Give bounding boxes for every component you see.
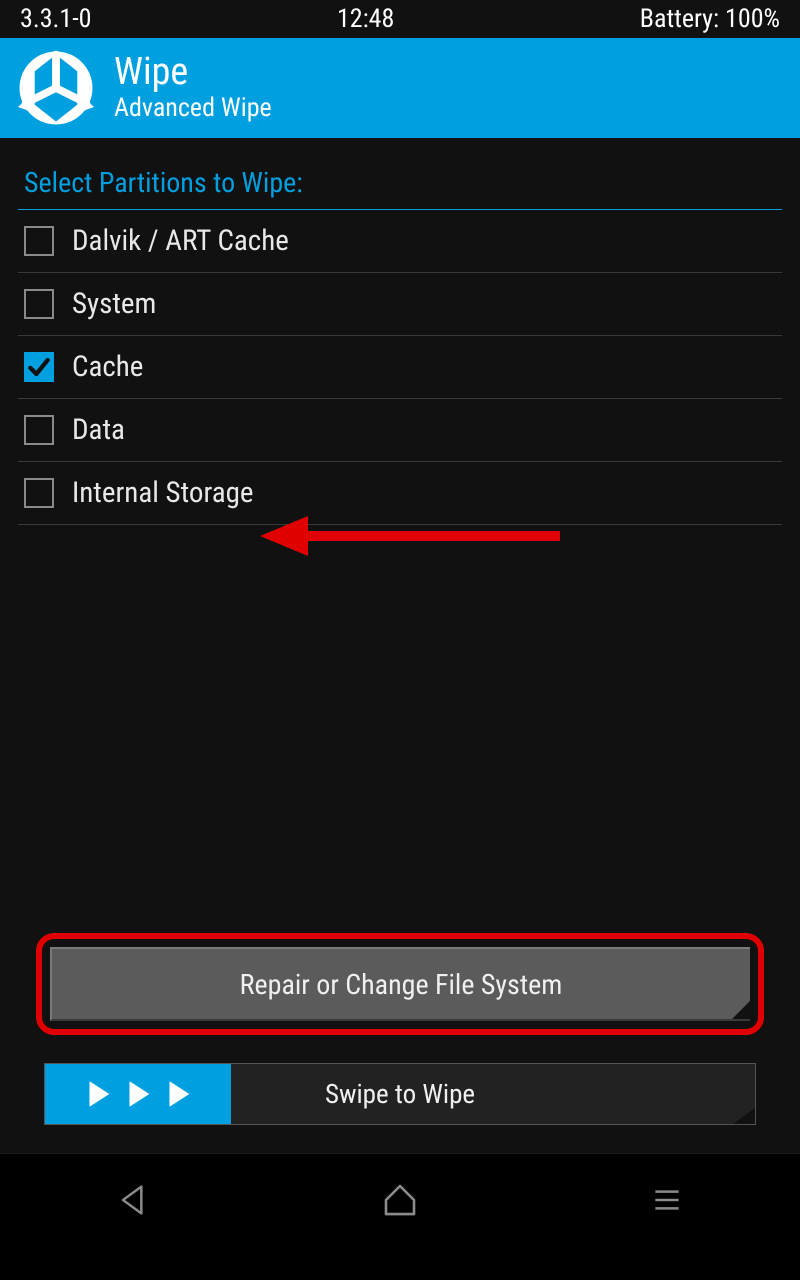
- back-triangle-icon: [113, 1180, 153, 1220]
- page-subtitle: Advanced Wipe: [114, 93, 272, 124]
- home-icon: [379, 1179, 421, 1221]
- nav-home-button[interactable]: [370, 1170, 430, 1230]
- partition-label: Internal Storage: [72, 476, 254, 510]
- page-header: Wipe Advanced Wipe: [0, 38, 800, 138]
- chevron-right-icon: [161, 1077, 195, 1111]
- partition-label: System: [72, 287, 156, 321]
- menu-lines-icon: [647, 1180, 687, 1220]
- partition-label: Dalvik / ART Cache: [72, 224, 289, 258]
- nav-bar: [0, 1153, 800, 1245]
- checkbox-icon[interactable]: [24, 289, 54, 319]
- annotation-highlight: Repair or Change File System: [36, 933, 764, 1035]
- status-bar: 3.3.1-0 12:48 Battery: 100%: [0, 0, 800, 38]
- partition-list: Dalvik / ART Cache System Cache Data Int…: [18, 210, 782, 525]
- swipe-handle[interactable]: [45, 1064, 231, 1124]
- partition-item-cache[interactable]: Cache: [18, 336, 782, 399]
- chevron-right-icon: [121, 1077, 155, 1111]
- nav-back-button[interactable]: [103, 1170, 163, 1230]
- checkbox-icon[interactable]: [24, 415, 54, 445]
- partition-item-data[interactable]: Data: [18, 399, 782, 462]
- button-area: Repair or Change File System Swipe to Wi…: [18, 933, 782, 1125]
- partition-item-system[interactable]: System: [18, 273, 782, 336]
- main-content: Select Partitions to Wipe: Dalvik / ART …: [0, 138, 800, 1153]
- nav-menu-button[interactable]: [637, 1170, 697, 1230]
- partition-item-dalvik[interactable]: Dalvik / ART Cache: [18, 210, 782, 273]
- partition-label: Data: [72, 413, 125, 447]
- page-title: Wipe: [114, 52, 272, 94]
- checkbox-icon[interactable]: [24, 226, 54, 256]
- version-label: 3.3.1-0: [20, 4, 92, 34]
- checkbox-icon[interactable]: [24, 478, 54, 508]
- button-label: Repair or Change File System: [240, 968, 563, 1001]
- chevron-right-icon: [81, 1077, 115, 1111]
- swipe-to-wipe-slider[interactable]: Swipe to Wipe: [44, 1063, 756, 1125]
- section-title: Select Partitions to Wipe:: [18, 138, 782, 210]
- swipe-label: Swipe to Wipe: [325, 1078, 475, 1110]
- clock-label: 12:48: [337, 4, 394, 34]
- checkbox-checked-icon[interactable]: [24, 352, 54, 382]
- battery-label: Battery: 100%: [640, 4, 780, 34]
- annotation-arrow-icon: [260, 516, 560, 556]
- partition-label: Cache: [72, 350, 143, 384]
- repair-change-fs-button[interactable]: Repair or Change File System: [50, 947, 750, 1021]
- twrp-logo-icon: [18, 50, 94, 126]
